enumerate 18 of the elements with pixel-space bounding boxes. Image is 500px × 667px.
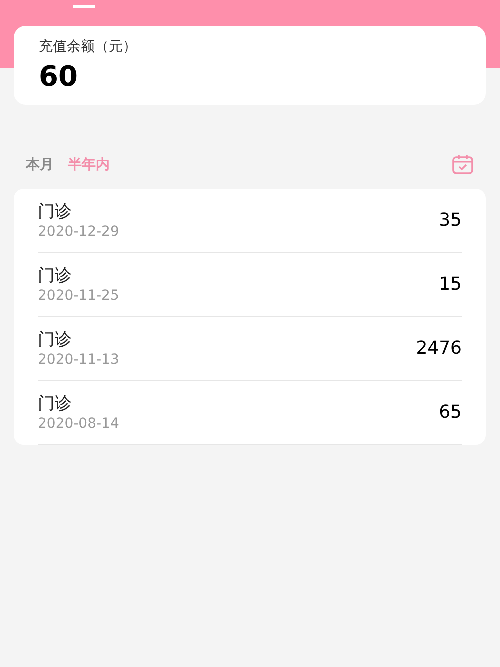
balance-amount: 60 xyxy=(39,60,79,94)
calendar-icon[interactable] xyxy=(452,154,474,176)
record-date: 2020-11-25 xyxy=(38,286,120,304)
record-amount: 15 xyxy=(439,273,462,297)
balance-label: 充值余额（元） xyxy=(39,38,138,56)
period-tab[interactable]: 本月 xyxy=(26,154,54,176)
record-title: 门诊 xyxy=(38,200,73,222)
period-tab[interactable]: 半年内 xyxy=(68,154,110,176)
record-amount: 65 xyxy=(439,401,462,425)
record-title: 门诊 xyxy=(38,392,73,414)
record-title: 门诊 xyxy=(38,264,73,286)
record-date: 2020-11-13 xyxy=(38,350,120,368)
record-date: 2020-12-29 xyxy=(38,222,120,240)
tab-indicator xyxy=(73,5,95,8)
record-amount: 2476 xyxy=(416,337,462,361)
record-amount: 35 xyxy=(439,209,462,233)
record-title: 门诊 xyxy=(38,328,73,350)
record-date: 2020-08-14 xyxy=(38,414,120,432)
